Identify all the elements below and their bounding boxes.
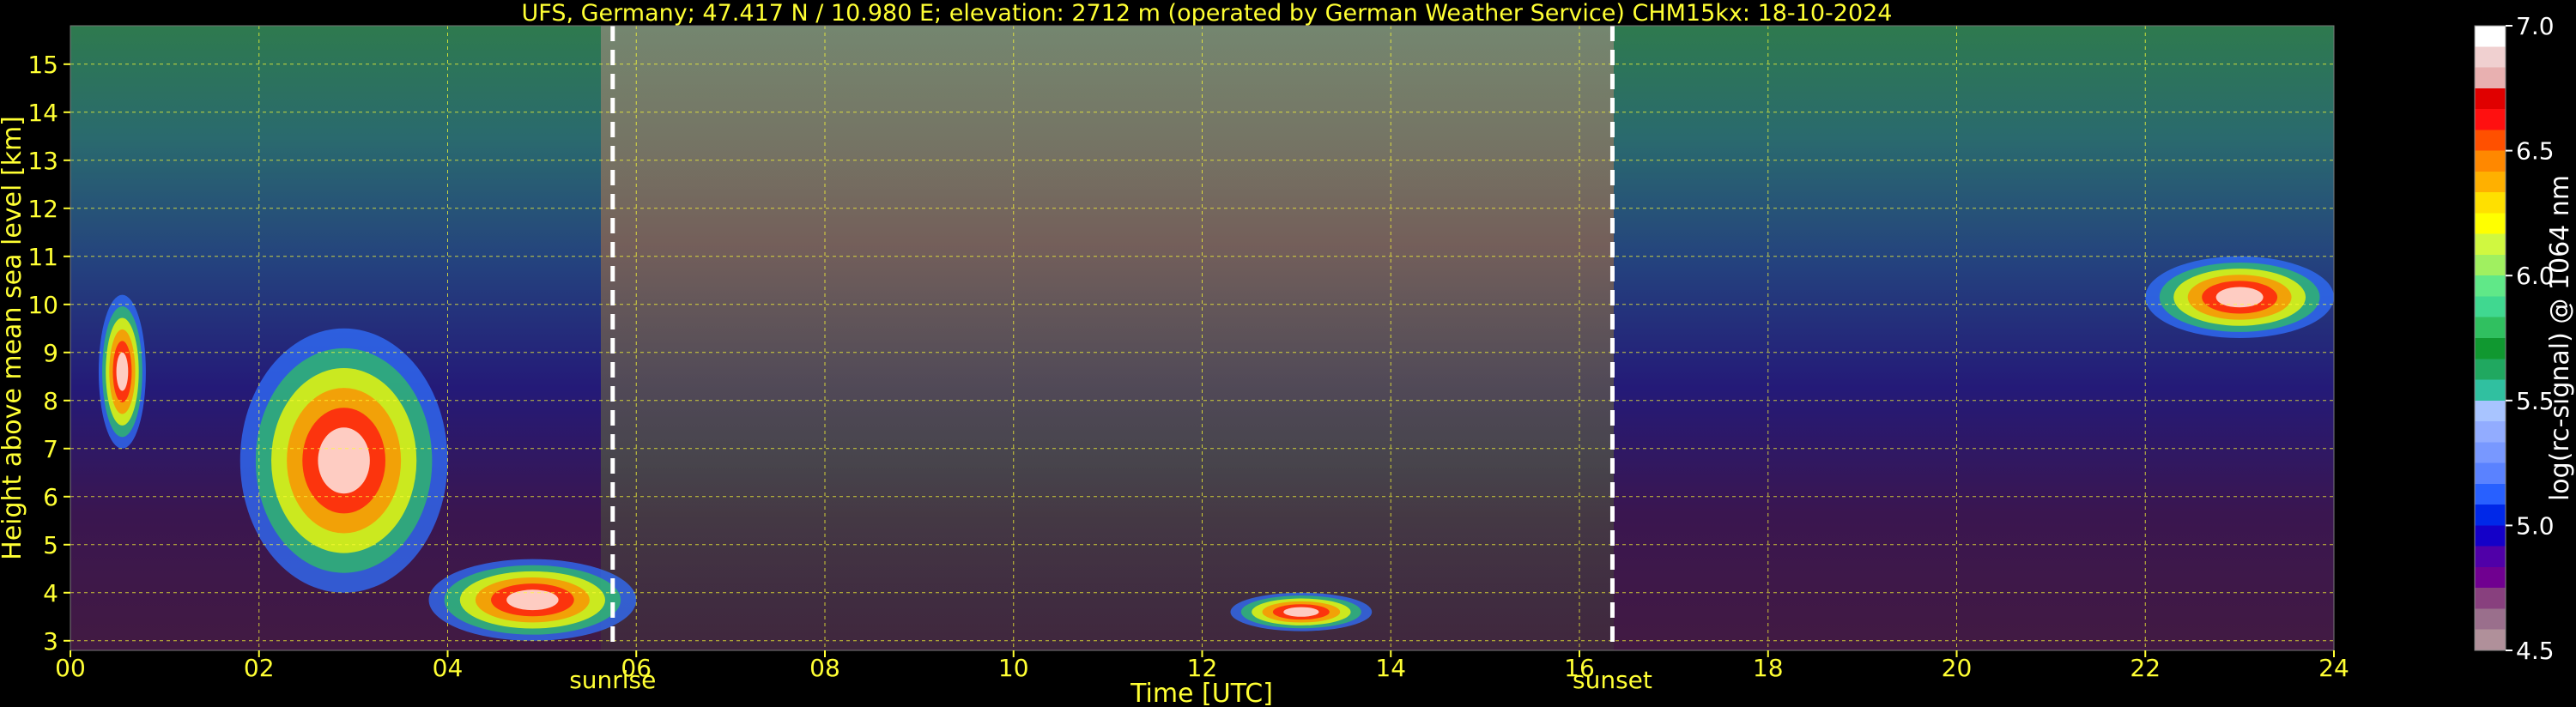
y-tick-label: 11 <box>27 243 58 271</box>
signal-feature <box>239 328 448 593</box>
colorbar-tick-label: 7.0 <box>2516 12 2555 40</box>
y-tick-label: 8 <box>43 387 58 415</box>
y-tick-label: 6 <box>43 483 58 511</box>
y-tick-label: 12 <box>27 195 58 223</box>
y-tick-label: 9 <box>43 339 58 367</box>
y-tick-label: 10 <box>27 291 58 319</box>
colorbar-bar <box>2474 25 2506 651</box>
x-tick-label: 00 <box>55 654 86 682</box>
x-tick-label: 20 <box>1942 654 1973 682</box>
y-tick-label: 13 <box>27 147 58 175</box>
x-tick-label: 10 <box>998 654 1029 682</box>
y-tick-label: 3 <box>43 627 58 656</box>
colorbar-tick-label: 5.0 <box>2516 511 2555 540</box>
x-axis-label: Time [UTC] <box>1130 679 1273 707</box>
x-tick-label: 22 <box>2130 654 2161 682</box>
signal-feature <box>428 559 637 641</box>
x-tick-label: 02 <box>244 654 275 682</box>
y-tick-label: 4 <box>43 579 58 607</box>
x-axis: 00 02 04 06 08 10 12 14 16 18 20 22 24 <box>55 650 2349 682</box>
y-tick-label: 7 <box>43 435 58 463</box>
x-tick-label: 24 <box>2318 654 2349 682</box>
colorbar-label: log(rc-signal) @ 1064 nm <box>2545 175 2575 501</box>
colorbar: 4.55.05.56.06.57.0 <box>2474 12 2555 665</box>
x-tick-label: 04 <box>433 654 464 682</box>
y-axis: 3 4 5 6 7 8 9 10 11 12 13 14 15 <box>27 51 70 656</box>
x-tick-label: 18 <box>1753 654 1784 682</box>
plot-area <box>70 25 2335 651</box>
chart-title: UFS, Germany; 47.417 N / 10.980 E; eleva… <box>522 0 1893 27</box>
signal-feature <box>2145 256 2334 338</box>
lidar-chart: UFS, Germany; 47.417 N / 10.980 E; eleva… <box>0 0 2575 707</box>
x-tick-label: 08 <box>809 654 840 682</box>
sunset-label: sunset <box>1573 666 1652 694</box>
y-tick-label: 15 <box>27 51 58 79</box>
y-tick-label: 5 <box>43 531 58 559</box>
colorbar-tick-label: 4.5 <box>2516 637 2555 665</box>
colorbar-tick-label: 6.5 <box>2516 137 2555 166</box>
x-tick-label: 14 <box>1375 654 1406 682</box>
signal-feature <box>98 294 146 449</box>
signal-feature <box>1230 592 1373 631</box>
daylight-noise <box>601 26 1614 650</box>
sunrise-label: sunrise <box>569 666 656 694</box>
y-axis-label: Height above mean sea level [km] <box>0 116 27 560</box>
y-tick-label: 14 <box>27 99 58 127</box>
